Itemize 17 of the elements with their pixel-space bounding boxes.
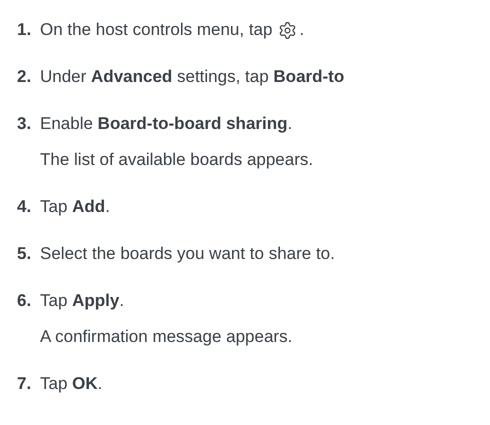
step-text: Select the boards you want to share to. [40,243,335,265]
step-number: 2. [17,66,32,88]
step-text: On the host controls menu, tap [40,19,272,41]
step-text: Enable Board-to-board sharing. [40,113,292,135]
step-text: Tap Apply. [40,290,124,312]
step-number: 3. [17,113,32,135]
step-text: Tap OK. [40,373,102,395]
step-number: 5. [17,243,32,265]
step-text: Tap Add. [40,196,110,218]
step-result-text: The list of available boards appears. [40,149,314,171]
step-number: 1. [17,19,32,41]
step-number: 6. [17,290,32,312]
step-text: Under Advanced settings, tap Board-to [40,66,344,88]
step-number: 4. [17,196,32,218]
step-result-text: A confirmation message appears. [40,326,292,348]
step-text-period: . [299,19,304,41]
step-number: 7. [17,373,32,395]
